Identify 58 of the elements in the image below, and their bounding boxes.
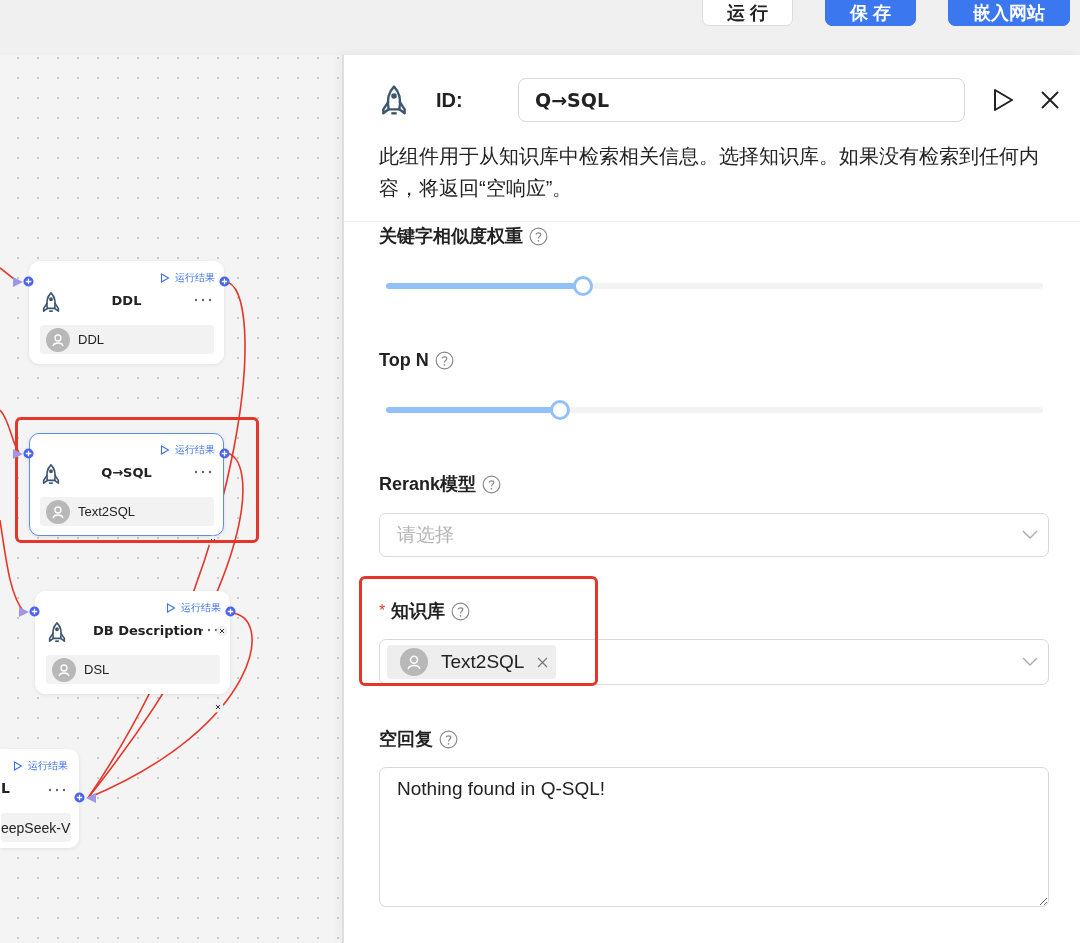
knowledge-chip: DDL bbox=[40, 325, 214, 354]
node-title: DDL bbox=[110, 293, 143, 308]
remove-icon[interactable] bbox=[537, 656, 549, 668]
node-title: DB Description bbox=[93, 623, 203, 638]
node-title: L bbox=[1, 780, 10, 796]
avatar-icon bbox=[400, 648, 428, 676]
description-text: 此组件用于从知识库中检索相关信息。选择知识库。如果没有检索到任何内容，将返回“空响应”。 bbox=[379, 144, 1040, 201]
arrowhead-icon bbox=[13, 277, 23, 287]
id-label: ID: bbox=[436, 88, 464, 112]
delete-edge-icon[interactable] bbox=[216, 625, 228, 637]
play-icon[interactable] bbox=[991, 88, 1015, 112]
more-icon[interactable] bbox=[200, 628, 218, 632]
knowledge-chip: eepSeek-V bbox=[1, 813, 71, 842]
field-label: Rerank模型 bbox=[379, 473, 477, 496]
field-label: 知识库 bbox=[391, 600, 446, 623]
help-icon[interactable] bbox=[439, 729, 458, 749]
help-icon[interactable] bbox=[451, 601, 471, 621]
run-result-link[interactable]: 运行结果 bbox=[160, 271, 215, 285]
run-result-link[interactable]: 运行结果 bbox=[166, 601, 221, 615]
caret-icon bbox=[1022, 530, 1038, 540]
close-icon[interactable] bbox=[1040, 90, 1060, 110]
run-result-link[interactable]: 运行结果 bbox=[160, 443, 215, 457]
arrowhead-icon bbox=[19, 607, 29, 617]
field-label: Top N bbox=[379, 349, 429, 371]
node-title: Q→SQL bbox=[100, 465, 153, 480]
toolbar-button[interactable]: 保 存 bbox=[825, 0, 916, 26]
play-icon bbox=[166, 603, 176, 613]
play-icon bbox=[13, 761, 23, 771]
help-icon[interactable] bbox=[434, 350, 454, 370]
help-icon[interactable] bbox=[529, 226, 548, 246]
flow-node[interactable]: 运行结果 Q→SQL Text2SQL bbox=[29, 433, 224, 536]
id-field[interactable]: Q→SQL bbox=[518, 78, 965, 122]
field-label: 关键字相似度权重 bbox=[379, 225, 523, 248]
arrowhead-icon bbox=[86, 793, 96, 803]
rocket-icon bbox=[40, 462, 62, 486]
caret-icon bbox=[1022, 657, 1038, 667]
flow-node[interactable]: 运行结果 DDL DDL bbox=[29, 261, 224, 364]
tag[interactable]: Text2SQL bbox=[387, 645, 557, 679]
field-label: 空回复 bbox=[379, 728, 433, 751]
toolbar-button[interactable]: 嵌入网站 bbox=[948, 0, 1070, 26]
flow-node[interactable]: 运行结果 DB Description DSL bbox=[35, 591, 230, 694]
play-icon bbox=[160, 273, 170, 283]
run-result-link[interactable]: 运行结果 bbox=[13, 759, 68, 773]
toolbar-button[interactable]: 运 行 bbox=[701, 0, 793, 26]
avatar-icon bbox=[46, 499, 70, 524]
help-icon[interactable] bbox=[482, 474, 502, 494]
rocket-icon bbox=[46, 620, 68, 644]
knowledge-chip: DSL bbox=[46, 655, 220, 684]
avatar-icon bbox=[52, 657, 76, 682]
avatar-icon bbox=[46, 327, 70, 352]
reply-textarea[interactable]: Nothing found in Q-SQL! bbox=[379, 767, 1049, 907]
required-mark: * bbox=[379, 602, 386, 620]
play-icon bbox=[160, 445, 170, 455]
flow-node[interactable]: 运行结果 L eepSeek-V bbox=[0, 749, 79, 848]
select-field[interactable]: Text2SQL bbox=[379, 639, 1049, 685]
arrowhead-icon bbox=[13, 449, 23, 459]
rocket-icon bbox=[40, 290, 62, 314]
knowledge-chip: Text2SQL bbox=[40, 497, 214, 526]
